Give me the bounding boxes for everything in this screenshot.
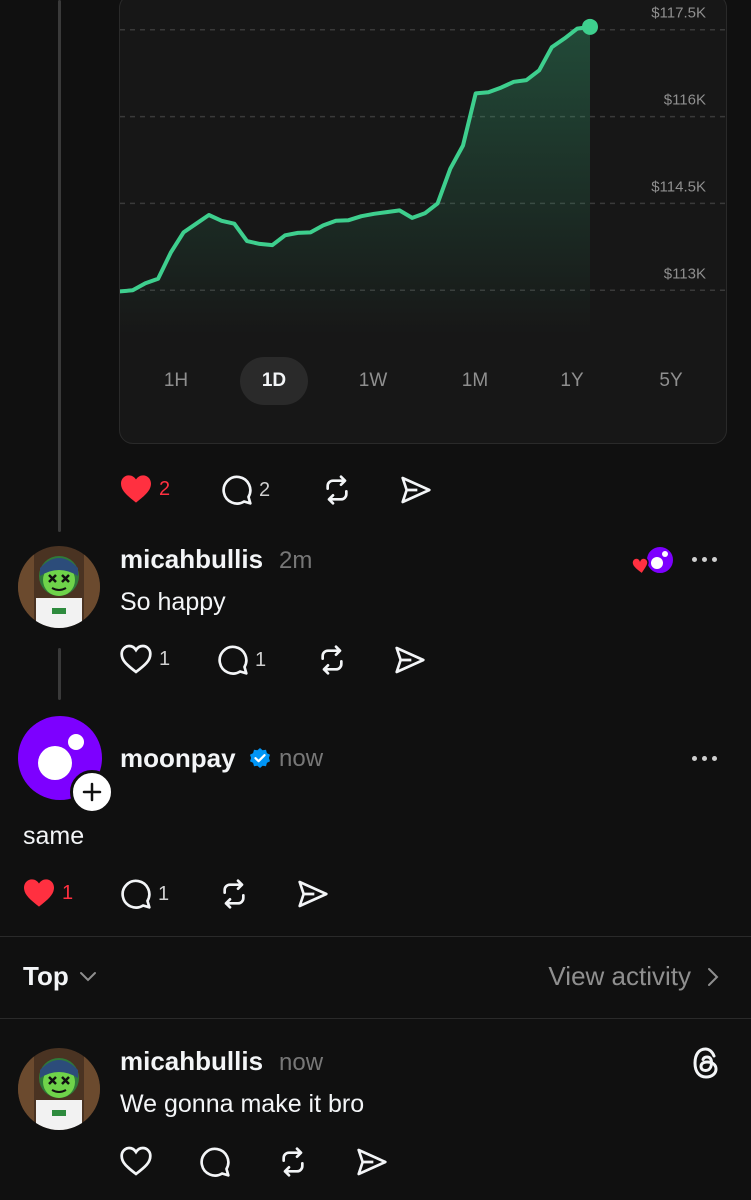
view-activity-link[interactable]: View activity bbox=[548, 961, 719, 992]
reply-time: now bbox=[279, 1049, 324, 1076]
section-divider bbox=[0, 936, 751, 937]
more-icon bbox=[692, 756, 697, 761]
avatar[interactable] bbox=[18, 1048, 100, 1130]
repost-icon bbox=[321, 645, 343, 675]
like-button[interactable]: 1 bbox=[119, 644, 170, 674]
share-button[interactable] bbox=[399, 474, 433, 506]
follow-button[interactable] bbox=[70, 770, 114, 814]
range-1d-button[interactable]: 1D bbox=[240, 357, 308, 405]
liked-by-author-badge bbox=[630, 544, 678, 578]
repost-icon bbox=[282, 1147, 304, 1177]
reply-username[interactable]: micahbullis bbox=[120, 1046, 263, 1077]
y-tick-label: $116K bbox=[664, 92, 706, 109]
reply-text: So happy bbox=[120, 588, 226, 616]
comment-button[interactable]: 1 bbox=[217, 644, 266, 676]
more-icon bbox=[692, 557, 697, 562]
comment-icon bbox=[121, 879, 151, 909]
section-divider bbox=[0, 1018, 751, 1019]
share-button[interactable] bbox=[296, 878, 330, 910]
avatar-image bbox=[18, 546, 100, 628]
moonpay-liked-badge-icon bbox=[631, 545, 675, 576]
like-count: 1 bbox=[62, 881, 74, 904]
comment-count: 1 bbox=[255, 648, 267, 671]
range-1h-button[interactable]: 1H bbox=[142, 357, 210, 405]
repost-icon bbox=[223, 879, 245, 909]
thread-line-top bbox=[58, 0, 61, 532]
share-icon bbox=[298, 880, 328, 908]
avatar[interactable] bbox=[18, 546, 100, 628]
like-count: 2 bbox=[159, 477, 171, 500]
comment-icon bbox=[222, 475, 252, 505]
comment-icon bbox=[218, 645, 248, 675]
like-button[interactable]: 1 bbox=[22, 878, 73, 908]
comment-count: 1 bbox=[158, 882, 170, 905]
share-button[interactable] bbox=[355, 1146, 389, 1178]
repost-button[interactable] bbox=[315, 644, 349, 676]
reply-username[interactable]: micahbullis bbox=[120, 544, 263, 575]
more-options-button[interactable] bbox=[692, 557, 717, 562]
threads-logo[interactable] bbox=[690, 1046, 722, 1085]
like-button[interactable]: 2 bbox=[119, 474, 170, 504]
comment-icon bbox=[200, 1147, 230, 1177]
avatar-image bbox=[18, 1048, 100, 1130]
y-tick-label: $113K bbox=[664, 265, 706, 282]
range-1m-button[interactable]: 1M bbox=[441, 357, 509, 405]
thread-line-middle bbox=[58, 648, 61, 700]
reply-text: We gonna make it bro bbox=[120, 1090, 365, 1118]
threads-logo-icon bbox=[693, 1047, 718, 1079]
comment-button[interactable]: 2 bbox=[221, 474, 270, 506]
verified-icon bbox=[250, 748, 270, 768]
chart-current-point bbox=[582, 18, 598, 35]
verified-badge bbox=[248, 747, 272, 776]
reply-username[interactable]: moonpay bbox=[120, 743, 236, 774]
comment-button[interactable] bbox=[199, 1146, 231, 1178]
reply-text: same bbox=[23, 822, 85, 850]
range-1y-button[interactable]: 1Y bbox=[538, 357, 606, 405]
repost-icon bbox=[326, 475, 348, 505]
sort-label: Top bbox=[23, 961, 69, 991]
chevron-down-icon bbox=[79, 971, 96, 981]
sort-dropdown[interactable]: Top bbox=[23, 961, 97, 992]
repost-button[interactable] bbox=[276, 1146, 310, 1178]
chevron-right-icon bbox=[708, 967, 719, 986]
reply-time: now bbox=[279, 745, 324, 772]
like-count: 1 bbox=[159, 647, 171, 670]
view-activity-label: View activity bbox=[548, 961, 691, 991]
range-5y-button[interactable]: 5Y bbox=[637, 357, 705, 405]
range-1w-button[interactable]: 1W bbox=[339, 357, 407, 405]
share-button[interactable] bbox=[393, 644, 427, 676]
repost-button[interactable] bbox=[217, 878, 251, 910]
reply-time: 2m bbox=[279, 547, 313, 574]
more-options-button[interactable] bbox=[692, 756, 717, 761]
heart-icon bbox=[120, 1146, 152, 1176]
price-chart-card[interactable]: $117.5K $116K $114.5K $113K 1H 1D 1W 1M 1Y 5Y bbox=[119, 0, 727, 444]
share-icon bbox=[401, 476, 431, 504]
heart-icon bbox=[120, 644, 152, 674]
comment-button[interactable]: 1 bbox=[120, 878, 169, 910]
repost-button[interactable] bbox=[320, 474, 354, 506]
like-button[interactable] bbox=[119, 1146, 153, 1176]
heart-icon bbox=[24, 879, 54, 907]
y-tick-label: $114.5K bbox=[651, 178, 706, 195]
share-icon bbox=[357, 1148, 387, 1176]
chart-area-fill bbox=[120, 26, 590, 336]
share-icon bbox=[395, 646, 425, 674]
price-chart: $117.5K $116K $114.5K $113K bbox=[120, 5, 726, 336]
follow-plus-icon bbox=[82, 782, 102, 802]
comment-count: 2 bbox=[259, 478, 271, 501]
heart-icon bbox=[121, 475, 151, 503]
y-tick-label: $117.5K bbox=[651, 5, 706, 22]
